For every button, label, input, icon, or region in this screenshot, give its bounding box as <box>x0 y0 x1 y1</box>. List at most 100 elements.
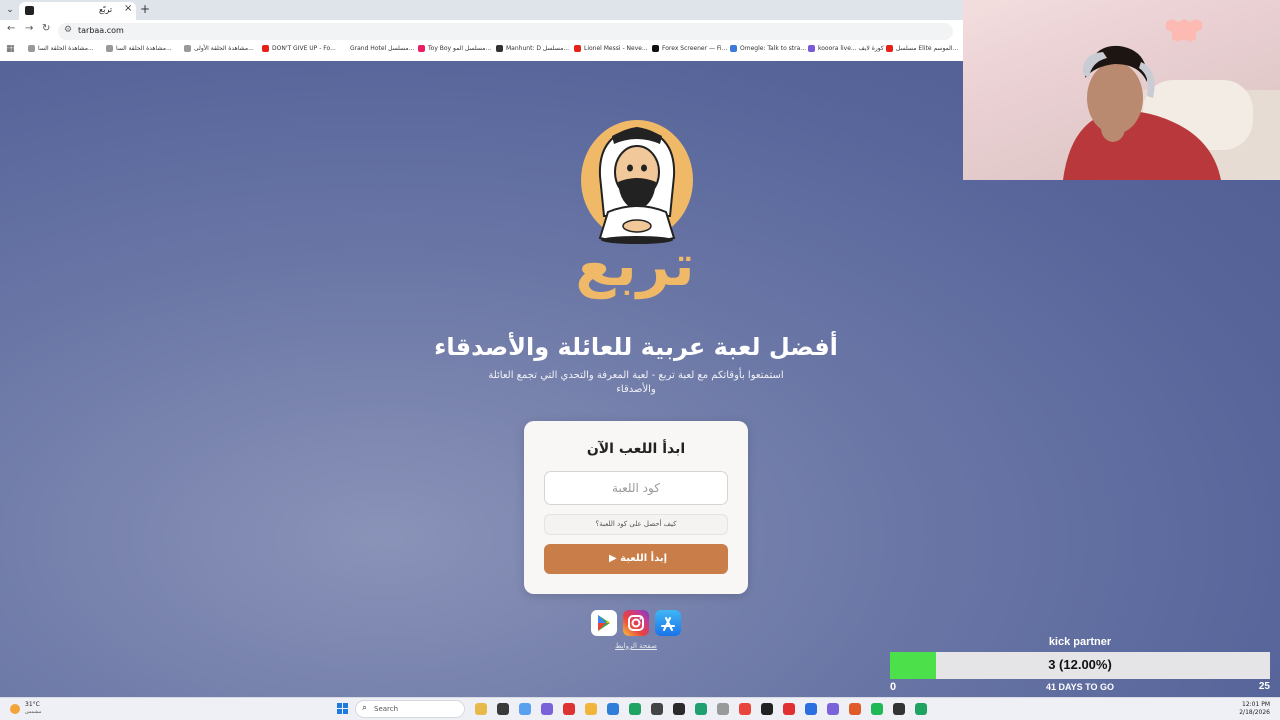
bookmarks-bar: ▦ مشاهدة الحلقة السا... مشاهدة الحلقة الس… <box>0 42 963 59</box>
new-tab-button[interactable]: + <box>140 2 150 16</box>
bookmark-label: مشاهدة الحلقة الأولى... <box>194 45 254 52</box>
taskbar-app-icon[interactable] <box>497 703 509 715</box>
taskbar-app-icon[interactable] <box>915 703 927 715</box>
bookmark-label: مشاهدة الحلقة السا... <box>38 45 94 52</box>
taskbar-app-icon[interactable] <box>563 703 575 715</box>
bookmark-label: Lionel Messi - Neve... <box>584 45 648 52</box>
bookmark-item[interactable]: مشاهدة الحلقة السا... <box>28 45 94 57</box>
tab-favicon-icon <box>25 6 34 15</box>
taskbar-app-icon[interactable] <box>761 703 773 715</box>
webcam-overlay <box>963 0 1280 180</box>
taskbar-app-icon[interactable] <box>585 703 597 715</box>
kick-progress-count: 3 (12.00%) <box>1048 657 1112 672</box>
taskbar-app-icon[interactable] <box>805 703 817 715</box>
kick-progress-bar: 3 (12.00%) <box>890 652 1270 679</box>
windows-start-icon[interactable] <box>337 703 348 714</box>
start-game-label: إبدأ اللعبة <box>620 553 668 564</box>
taskbar-app-icon[interactable] <box>629 703 641 715</box>
bookmark-item[interactable]: مسلسل Elite الموسم... <box>886 45 958 57</box>
bookmark-label: مشاهدة الحلقة السا... <box>116 45 172 52</box>
kick-progress-max: 25 <box>1258 681 1270 692</box>
clock-date: 2/18/2026 <box>1239 709 1270 716</box>
bookmark-label: Omegle: Talk to stra... <box>740 45 807 52</box>
store-links <box>591 610 683 636</box>
bookmark-label: Grand Hotel مسلسل... <box>350 45 415 52</box>
site-info-icon[interactable]: ⚙ <box>64 25 72 35</box>
taskbar-app-icon[interactable] <box>717 703 729 715</box>
apps-grid-icon[interactable]: ▦ <box>6 44 15 54</box>
links-page-link[interactable]: صفحة الروابط <box>590 642 682 650</box>
taskbar-app-icon[interactable] <box>607 703 619 715</box>
bookmark-favicon-icon <box>262 45 269 52</box>
play-icon: ▶ <box>608 553 617 564</box>
taskbar-app-icon[interactable] <box>827 703 839 715</box>
bookmark-label: kooora live... كورة لايف <box>818 45 884 52</box>
bookmark-item[interactable]: Forex Screener — Fi... <box>652 45 727 57</box>
bookmark-item[interactable]: Toy Boy مسلسل المو... <box>418 45 491 57</box>
url-text[interactable]: tarbaa.com <box>78 26 124 35</box>
bookmark-label: Manhunt: D مسلسل... <box>506 45 570 52</box>
app-store-icon[interactable] <box>655 610 681 636</box>
taskbar-app-icon[interactable] <box>739 703 751 715</box>
bookmark-label: Forex Screener — Fi... <box>662 45 728 52</box>
taskbar-app-icon[interactable] <box>651 703 663 715</box>
taskbar-app-icon[interactable] <box>871 703 883 715</box>
taskbar-app-icon[interactable] <box>541 703 553 715</box>
bookmark-favicon-icon <box>184 45 191 52</box>
page-subheadline: استمتعوا بأوقاتكم مع لعبة تربع - لعبة ال… <box>488 370 784 395</box>
search-icon: ⌕ <box>362 703 368 713</box>
bookmark-label: مسلسل Elite الموسم... <box>896 45 959 52</box>
get-code-help-link[interactable]: كيف أحصل على كود اللعبة؟ <box>544 514 728 535</box>
taskbar-app-icon[interactable] <box>783 703 795 715</box>
address-bar[interactable]: ⚙ tarbaa.com <box>58 23 953 40</box>
tab-title: تربّع <box>99 5 113 14</box>
weather-temp: 31°C <box>25 701 40 708</box>
bookmark-favicon-icon <box>574 45 581 52</box>
bookmark-favicon-icon <box>106 45 113 52</box>
tab-strip: ⌄ تربّع × + <box>0 0 963 20</box>
bookmark-favicon-icon <box>730 45 737 52</box>
logo-wordmark: تربع <box>575 231 695 299</box>
bookmark-item[interactable]: Omegle: Talk to stra... <box>730 45 806 57</box>
weather-widget[interactable]: 31°C مشمس <box>8 701 68 718</box>
kick-partner-widget: kick partner 3 (12.00%) 0 41 DAYS TO GO … <box>890 636 1270 694</box>
start-game-button[interactable]: ▶ إبدأ اللعبة <box>544 544 728 574</box>
bookmark-favicon-icon <box>808 45 815 52</box>
card-title: ابدأ اللعب الآن <box>586 441 686 457</box>
google-play-icon[interactable] <box>591 610 617 636</box>
sun-icon <box>10 704 20 714</box>
join-game-card: ابدأ اللعب الآن كيف أحصل على كود اللعبة؟… <box>524 421 748 594</box>
system-clock[interactable]: 12:01 PM 2/18/2026 <box>1239 701 1270 717</box>
reload-icon[interactable]: ↻ <box>42 23 50 34</box>
bookmark-item[interactable]: Manhunt: D مسلسل... <box>496 45 569 57</box>
back-arrow-icon[interactable]: ← <box>7 23 15 34</box>
bookmark-label: DON'T GIVE UP - Fo... <box>272 45 336 52</box>
game-code-input[interactable] <box>544 471 728 505</box>
taskbar-app-icon[interactable] <box>695 703 707 715</box>
forward-arrow-icon[interactable]: → <box>25 23 33 34</box>
bookmark-item[interactable]: Grand Hotel مسلسل... <box>340 45 414 57</box>
taskbar-app-icon[interactable] <box>519 703 531 715</box>
page-headline: أفضل لعبة عربية للعائلة والأصدقاء <box>434 333 838 361</box>
weather-condition: مشمس <box>25 709 42 715</box>
taskbar-app-icon[interactable] <box>673 703 685 715</box>
kick-widget-title: kick partner <box>1048 636 1112 648</box>
bookmark-favicon-icon <box>418 45 425 52</box>
taskbar-app-icon[interactable] <box>475 703 487 715</box>
instagram-icon[interactable] <box>623 610 649 636</box>
bookmark-favicon-icon <box>496 45 503 52</box>
kick-days-remaining: 41 DAYS TO GO <box>1045 682 1115 692</box>
taskbar-search-label: Search <box>374 705 399 713</box>
bookmark-item[interactable]: مشاهدة الحلقة السا... <box>106 45 172 57</box>
bookmark-item[interactable]: Lionel Messi - Neve... <box>574 45 648 57</box>
tab-close-icon[interactable]: × <box>124 3 132 14</box>
bookmark-item[interactable]: kooora live... كورة لايف <box>808 45 884 57</box>
taskbar-app-icon[interactable] <box>893 703 905 715</box>
bookmark-item[interactable]: DON'T GIVE UP - Fo... <box>262 45 336 57</box>
taskbar-search[interactable]: ⌕ Search <box>355 700 465 718</box>
bookmark-item[interactable]: مشاهدة الحلقة الأولى... <box>184 45 254 57</box>
taskbar-app-icon[interactable] <box>849 703 861 715</box>
browser-tab[interactable]: تربّع × <box>19 2 136 20</box>
taskbar: 31°C مشمس ⌕ Search 12:01 PM 2/18/2026 <box>0 697 1280 720</box>
tab-search-dropdown-icon[interactable]: ⌄ <box>3 3 17 17</box>
